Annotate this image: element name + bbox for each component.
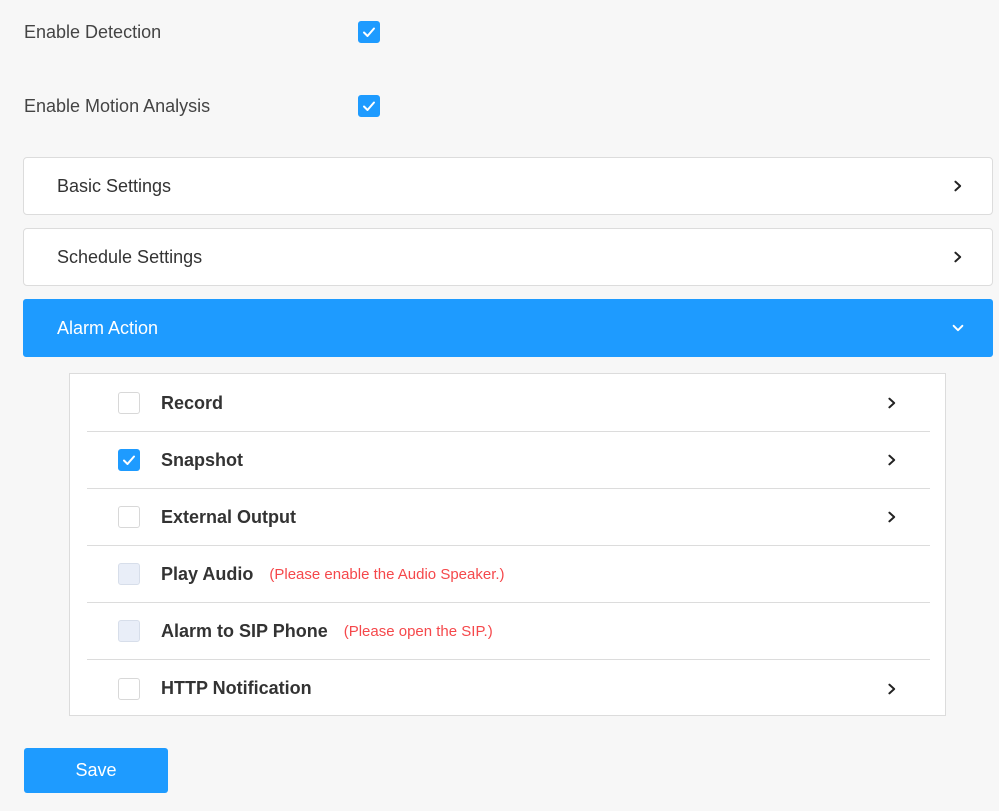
action-item-snapshot[interactable]: Snapshot: [87, 432, 930, 489]
record-checkbox[interactable]: [118, 392, 140, 414]
alarm-action-list: Record Snapshot External Output Play Aud…: [69, 373, 946, 716]
chevron-right-icon[interactable]: [884, 509, 900, 525]
enable-detection-label: Enable Detection: [24, 21, 162, 42]
basic-settings-title: Basic Settings: [57, 175, 172, 196]
basic-settings-panel[interactable]: Basic Settings: [23, 157, 993, 215]
enable-detection-checkbox[interactable]: [358, 21, 380, 43]
external-output-checkbox[interactable]: [118, 506, 140, 528]
play-audio-warning: (Please enable the Audio Speaker.): [269, 565, 505, 583]
enable-detection-row: Enable Detection: [24, 20, 380, 44]
action-item-external-output[interactable]: External Output: [87, 489, 930, 546]
action-item-play-audio: Play Audio (Please enable the Audio Spea…: [87, 546, 930, 603]
sip-phone-label: Alarm to SIP Phone: [161, 620, 328, 641]
http-notification-checkbox[interactable]: [118, 677, 140, 700]
schedule-settings-title: Schedule Settings: [57, 246, 203, 267]
enable-motion-analysis-label: Enable Motion Analysis: [24, 95, 211, 116]
chevron-right-icon[interactable]: [884, 681, 900, 697]
record-label: Record: [161, 392, 224, 413]
chevron-down-icon: [950, 320, 966, 336]
snapshot-label: Snapshot: [161, 449, 244, 470]
chevron-right-icon[interactable]: [884, 452, 900, 468]
action-item-sip-phone: Alarm to SIP Phone (Please open the SIP.…: [87, 603, 930, 660]
schedule-settings-panel[interactable]: Schedule Settings: [23, 228, 993, 286]
check-icon: [363, 27, 375, 37]
alarm-action-panel[interactable]: Alarm Action: [23, 299, 993, 357]
check-icon: [123, 455, 135, 465]
sip-phone-warning: (Please open the SIP.): [343, 622, 493, 640]
action-item-http-notification[interactable]: HTTP Notification: [87, 660, 930, 717]
chevron-right-icon: [950, 178, 966, 194]
play-audio-checkbox: [118, 563, 140, 585]
snapshot-checkbox[interactable]: [118, 449, 140, 471]
chevron-right-icon: [950, 249, 966, 265]
chevron-right-icon[interactable]: [884, 395, 900, 411]
play-audio-label: Play Audio: [161, 563, 254, 584]
save-button[interactable]: Save: [24, 748, 168, 793]
external-output-label: External Output: [161, 506, 297, 527]
action-item-record[interactable]: Record: [87, 375, 930, 432]
motion-detection-page: Enable Detection Enable Motion Analysis …: [0, 0, 999, 811]
enable-motion-analysis-checkbox[interactable]: [358, 95, 380, 117]
http-notification-label: HTTP Notification: [161, 678, 312, 698]
enable-motion-analysis-row: Enable Motion Analysis: [24, 94, 380, 118]
sip-phone-checkbox: [118, 620, 140, 642]
alarm-action-title: Alarm Action: [57, 317, 159, 338]
check-icon: [363, 101, 375, 111]
